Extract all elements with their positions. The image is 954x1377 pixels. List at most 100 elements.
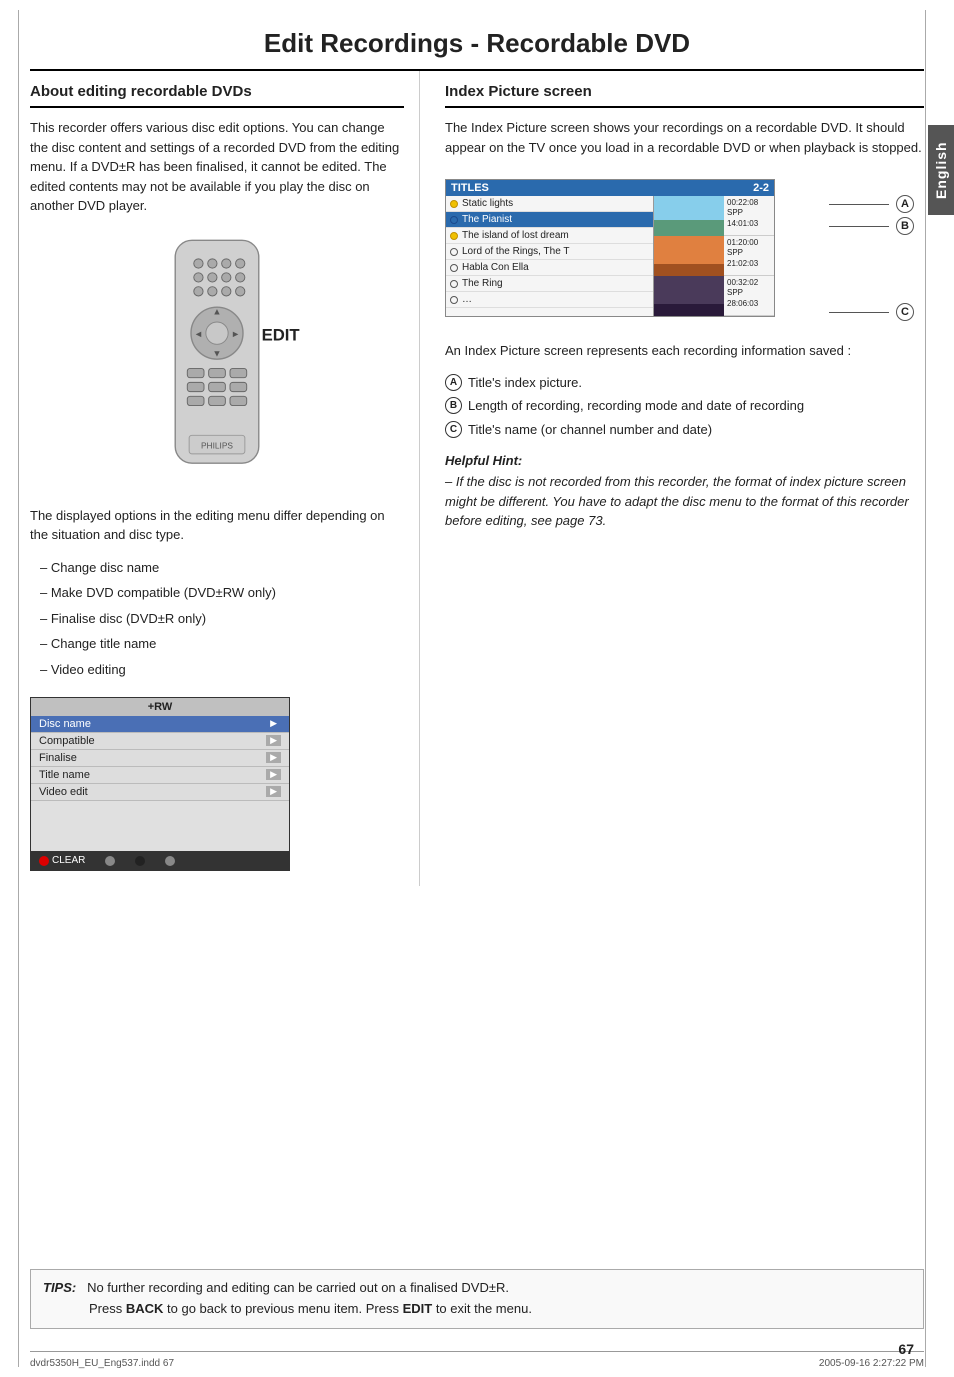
dash-list: Change disc name Make DVD compatible (DV…	[30, 555, 404, 683]
info-item-c: C Title's name (or channel number and da…	[445, 418, 924, 442]
page-number: 67	[898, 1341, 914, 1357]
main-title: Edit Recordings - Recordable DVD	[0, 0, 954, 69]
index-item-3: The island of lost dream	[446, 228, 653, 244]
index-list: Static lights The Pianist The island of …	[446, 196, 654, 316]
bottom-border-line	[30, 1351, 924, 1352]
label-c: C	[896, 303, 914, 321]
right-section-heading: Index Picture screen	[445, 71, 924, 108]
left-column: About editing recordable DVDs This recor…	[30, 71, 420, 886]
index-box-wrapper: TITLES 2-2 Static lights The	[445, 167, 924, 329]
red-circle-icon	[39, 856, 49, 866]
edit-menu-spacer	[31, 801, 289, 851]
remote-area: ▲ ▼ ◄ ► EDIT	[30, 231, 404, 491]
dark-circle-icon	[135, 856, 145, 866]
edit-menu-item-video-edit: Video edit ▶	[31, 784, 289, 801]
index-item-4: Lord of the Rings, The T	[446, 244, 653, 260]
dot-blue-2	[450, 216, 458, 224]
thumb-info-3: 00:32:02 SPP 28:06:03	[724, 276, 774, 315]
remote-svg: ▲ ▼ ◄ ► EDIT	[117, 231, 317, 491]
content-columns: About editing recordable DVDs This recor…	[30, 71, 924, 886]
page-container: Edit Recordings - Recordable DVD English…	[0, 0, 954, 1377]
edit-menu-screenshot: +RW Disc name ▶ Compatible ▶ Finalise ▶ …	[30, 697, 290, 871]
right-column: Index Picture screen The Index Picture s…	[440, 71, 924, 886]
thumb-info-1: 00:22:08 SPP 14:01:03	[724, 196, 774, 235]
left-section-heading: About editing recordable DVDs	[30, 71, 404, 108]
clear-button: CLEAR	[39, 855, 85, 866]
label-a-wrapper: A	[829, 195, 914, 213]
hint-text: – If the disc is not recorded from this …	[445, 472, 924, 531]
list-item: Make DVD compatible (DVD±RW only)	[40, 580, 404, 606]
index-item-5: Habla Con Ella	[446, 260, 653, 276]
left-body-text-2: The displayed options in the editing men…	[30, 506, 404, 545]
dot-6	[450, 280, 458, 288]
index-titles-row: TITLES 2-2	[446, 180, 774, 196]
label-b: B	[896, 217, 914, 235]
thumb-row-2: 01:20:00 SPP 21:02:03	[654, 236, 774, 276]
edit-menu-footer: CLEAR	[31, 851, 289, 870]
list-item: Finalise disc (DVD±R only)	[40, 606, 404, 632]
svg-text:►: ►	[231, 328, 240, 338]
grey-circle-icon-1	[105, 856, 115, 866]
label-c-line	[829, 312, 889, 313]
footer-file: dvdr5350H_EU_Eng537.indd 67	[30, 1358, 174, 1369]
label-b-line	[829, 226, 889, 227]
label-b-wrapper: B	[829, 217, 914, 235]
edit-menu-header: +RW	[31, 698, 289, 716]
edit-menu-item-finalise: Finalise ▶	[31, 750, 289, 767]
svg-text:◄: ◄	[194, 328, 203, 338]
tips-bar: TIPS: No further recording and editing c…	[30, 1269, 924, 1329]
hint-title: Helpful Hint:	[445, 453, 924, 468]
grey-circle-icon-2	[165, 856, 175, 866]
thumb-img-3	[654, 276, 724, 316]
index-item-1: Static lights	[446, 196, 653, 212]
svg-text:EDIT: EDIT	[262, 325, 301, 344]
info-label-b: B	[445, 397, 462, 414]
footer-circle-2	[135, 856, 145, 866]
label-a-line	[829, 204, 889, 205]
tips-text: No further recording and editing can be …	[87, 1280, 509, 1295]
info-item-a: A Title's index picture.	[445, 371, 924, 395]
thumb-img-2	[654, 236, 724, 276]
titles-label: TITLES	[451, 182, 489, 194]
info-label-c: C	[445, 421, 462, 438]
svg-text:PHILIPS: PHILIPS	[201, 440, 233, 450]
thumb-row-1: 00:22:08 SPP 14:01:03	[654, 196, 774, 236]
tips-back-text: Press BACK to go back to previous menu i…	[43, 1301, 532, 1316]
index-item-6: The Ring	[446, 276, 653, 292]
list-item: Video editing	[40, 657, 404, 683]
label-a: A	[896, 195, 914, 213]
info-item-b: B Length of recording, recording mode an…	[445, 394, 924, 418]
edit-menu-item-title-name: Title name ▶	[31, 767, 289, 784]
index-content: Static lights The Pianist The island of …	[446, 196, 774, 316]
titles-count: 2-2	[753, 182, 769, 194]
dot-yellow-3	[450, 232, 458, 240]
index-picture-box: TITLES 2-2 Static lights The	[445, 179, 775, 317]
edit-menu-item-disc-name: Disc name ▶	[31, 716, 289, 733]
svg-text:▼: ▼	[212, 348, 221, 358]
thumb-img-1	[654, 196, 724, 236]
edit-menu-item-compatible: Compatible ▶	[31, 733, 289, 750]
list-item: Change disc name	[40, 555, 404, 581]
right-body-text-2: An Index Picture screen represents each …	[445, 341, 924, 361]
left-border	[18, 10, 19, 1367]
info-list: A Title's index picture. B Length of rec…	[445, 371, 924, 442]
thumb-info-2: 01:20:00 SPP 21:02:03	[724, 236, 774, 275]
dot-7	[450, 296, 458, 304]
index-item-7: …	[446, 292, 653, 308]
dot-4	[450, 248, 458, 256]
footer-date: 2005-09-16 2:27:22 PM	[819, 1358, 924, 1369]
thumb-row-3: 00:32:02 SPP 28:06:03	[654, 276, 774, 316]
dot-5	[450, 264, 458, 272]
footer-circle-1	[105, 856, 115, 866]
hint-section: Helpful Hint: – If the disc is not recor…	[445, 453, 924, 531]
left-body-text-1: This recorder offers various disc edit o…	[30, 118, 404, 216]
footer-info: dvdr5350H_EU_Eng537.indd 67 2005-09-16 2…	[30, 1358, 924, 1369]
list-item: Change title name	[40, 631, 404, 657]
right-border	[925, 10, 926, 1367]
language-tab: English	[928, 125, 954, 215]
label-c-wrapper: C	[829, 303, 914, 321]
info-label-a: A	[445, 374, 462, 391]
svg-text:▲: ▲	[212, 306, 221, 316]
tips-label: TIPS:	[43, 1280, 76, 1295]
dot-yellow-1	[450, 200, 458, 208]
